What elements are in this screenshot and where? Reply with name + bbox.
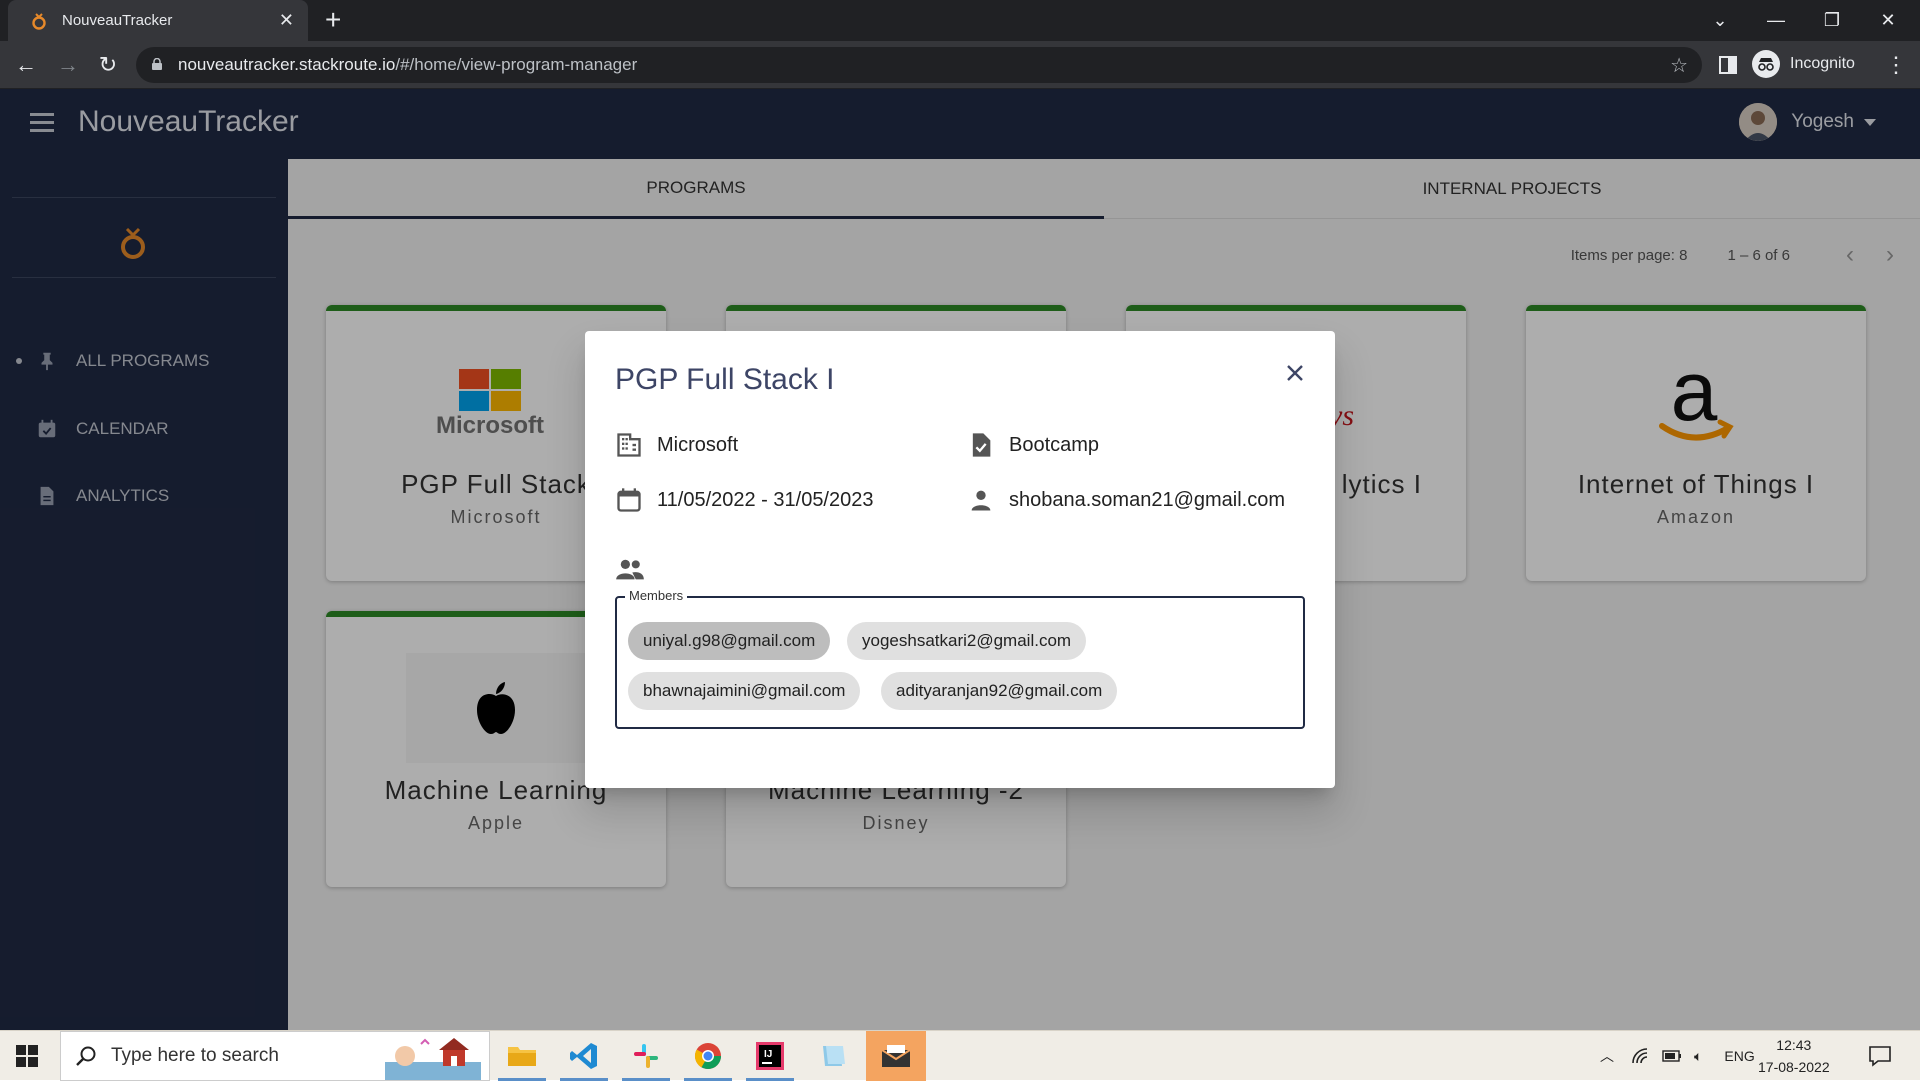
incognito-icon bbox=[1752, 50, 1780, 78]
notifications-icon[interactable] bbox=[1868, 1045, 1892, 1067]
program-details-dialog: PGP Full Stack I Microsoft Bootcamp 11/0… bbox=[585, 331, 1335, 788]
incognito-indicator[interactable]: Incognito bbox=[1752, 48, 1855, 80]
company-row: Microsoft bbox=[615, 431, 738, 459]
members-field[interactable]: Members uniyal.g98@gmail.com yogeshsatka… bbox=[615, 588, 1305, 729]
windows-start-icon[interactable] bbox=[16, 1045, 38, 1067]
search-placeholder: Type here to search bbox=[111, 1045, 279, 1066]
browser-tab[interactable]: NouveauTracker ✕ bbox=[8, 0, 308, 41]
app-favicon-icon bbox=[30, 12, 48, 30]
members-header bbox=[615, 556, 659, 582]
members-label: Members bbox=[625, 588, 688, 603]
mail-icon[interactable] bbox=[866, 1031, 926, 1081]
back-button[interactable]: ← bbox=[10, 49, 42, 81]
member-chip[interactable]: bhawnajaimini@gmail.com bbox=[628, 672, 861, 710]
manager-row: shobana.soman21@gmail.com bbox=[967, 486, 1285, 514]
tab-search-icon[interactable]: ⌄ bbox=[1692, 0, 1748, 41]
browser-tab-bar: NouveauTracker ✕ + ⌄ — ❐ ✕ bbox=[0, 0, 1920, 41]
reload-button[interactable]: ↻ bbox=[92, 49, 124, 81]
menu-kebab-icon[interactable]: ⋮ bbox=[1880, 49, 1912, 81]
member-chip[interactable]: adityaranjan92@gmail.com bbox=[881, 672, 1118, 710]
dialog-title: PGP Full Stack I bbox=[615, 363, 835, 396]
dates-row: 11/05/2022 - 31/05/2023 bbox=[615, 486, 873, 514]
vscode-icon[interactable] bbox=[554, 1031, 614, 1081]
system-tray: ︿ 🔈︎ ENG bbox=[1600, 1031, 1755, 1081]
clock-time: 12:43 bbox=[1776, 1037, 1812, 1053]
close-icon[interactable] bbox=[1283, 361, 1307, 385]
manager-email-value: shobana.soman21@gmail.com bbox=[1009, 488, 1286, 511]
language-indicator[interactable]: ENG bbox=[1724, 1048, 1754, 1064]
notepad-icon[interactable] bbox=[802, 1031, 862, 1081]
incognito-label: Incognito bbox=[1790, 55, 1855, 72]
document-check-icon bbox=[972, 433, 991, 457]
bookmark-star-icon[interactable]: ☆ bbox=[1670, 53, 1688, 78]
person-icon bbox=[971, 490, 991, 511]
network-icon[interactable] bbox=[1632, 1048, 1650, 1064]
browser-toolbar: ← → ↻ nouveautracker.stackroute.io/#/hom… bbox=[0, 41, 1920, 89]
slack-icon[interactable] bbox=[616, 1031, 676, 1081]
calendar-icon bbox=[617, 488, 641, 512]
url-host: nouveautracker.stackroute.io bbox=[178, 55, 396, 74]
battery-icon[interactable] bbox=[1662, 1050, 1682, 1062]
clock-date: 17-08-2022 bbox=[1758, 1059, 1830, 1075]
group-icon bbox=[616, 559, 644, 580]
close-window-button[interactable]: ✕ bbox=[1860, 0, 1916, 41]
type-row: Bootcamp bbox=[967, 431, 1099, 459]
member-chip[interactable]: yogeshsatkari2@gmail.com bbox=[847, 622, 1087, 660]
browser-tab-title: NouveauTracker bbox=[62, 12, 173, 29]
chevron-up-icon[interactable]: ︿ bbox=[1600, 1046, 1614, 1066]
address-bar[interactable]: nouveautracker.stackroute.io/#/home/view… bbox=[136, 47, 1702, 83]
intellij-icon[interactable]: IJ bbox=[740, 1031, 800, 1081]
url-path: /#/home/view-program-manager bbox=[395, 55, 638, 74]
side-panel-icon[interactable] bbox=[1712, 49, 1744, 81]
file-explorer-icon[interactable] bbox=[492, 1031, 552, 1081]
new-tab-button[interactable]: + bbox=[325, 6, 341, 34]
system-clock[interactable]: 12:43 17-08-2022 bbox=[1758, 1034, 1830, 1078]
forward-button[interactable]: → bbox=[52, 49, 84, 81]
dates-value: 11/05/2022 - 31/05/2023 bbox=[657, 488, 874, 511]
volume-icon[interactable]: 🔈︎ bbox=[1694, 1048, 1702, 1065]
minimize-button[interactable]: — bbox=[1748, 0, 1804, 41]
search-icon bbox=[76, 1046, 96, 1066]
tab-close-icon[interactable]: ✕ bbox=[279, 10, 294, 31]
lock-icon bbox=[152, 58, 162, 70]
taskbar-search[interactable]: Type here to search bbox=[60, 1031, 490, 1081]
search-highlight-illustration bbox=[385, 1038, 481, 1080]
restore-button[interactable]: ❐ bbox=[1804, 0, 1860, 41]
taskbar: Type here to search IJ ︿ 🔈︎ ENG 12:43 17… bbox=[0, 1030, 1920, 1081]
building-icon bbox=[617, 433, 641, 457]
program-type-value: Bootcamp bbox=[1009, 433, 1100, 456]
company-value: Microsoft bbox=[657, 433, 739, 456]
member-chip[interactable]: uniyal.g98@gmail.com bbox=[628, 622, 831, 660]
chrome-icon[interactable] bbox=[678, 1031, 738, 1081]
svg-text:IJ: IJ bbox=[764, 1049, 772, 1060]
